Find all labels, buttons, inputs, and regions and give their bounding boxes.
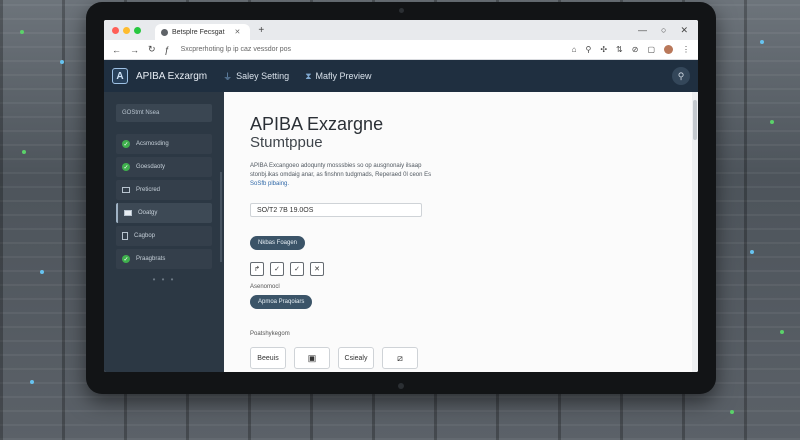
- sidebar: GOStmt Nsea ✓ Acsmosding ✓ Goesdaoty Pre…: [104, 92, 224, 372]
- nav-item-setting[interactable]: ⏚ Saley Setting: [223, 70, 289, 83]
- sidebar-item-label: Praagbrats: [136, 256, 166, 262]
- rack-led: [780, 330, 784, 334]
- reload-icon[interactable]: ↻: [148, 44, 156, 55]
- check-icon: ✓: [122, 140, 130, 148]
- image-icon[interactable]: ▣: [294, 347, 330, 369]
- tab-title: Betsplre Fecsgat: [172, 28, 225, 36]
- rack-led: [22, 150, 26, 154]
- restore-icon[interactable]: ○: [661, 25, 666, 36]
- icon-button-row: ↱ ✓ ✓ ✕: [250, 262, 672, 276]
- check-icon[interactable]: ✓: [270, 262, 284, 276]
- minimize-window-dot[interactable]: [123, 26, 130, 34]
- sidebar-item-goesdaoty[interactable]: ✓ Goesdaoty: [116, 157, 212, 177]
- sidebar-item-label: Acsmosding: [136, 141, 169, 147]
- block-icon[interactable]: ⊘: [632, 45, 639, 54]
- browser-tab[interactable]: Betsplre Fecsgat ✕: [155, 24, 251, 40]
- browser-tabbar: Betsplre Fecsgat ✕ + — ○ ✕: [104, 20, 698, 40]
- small-label: Asenomocl: [250, 284, 280, 290]
- picture-icon[interactable]: ⧄: [382, 347, 418, 369]
- sidebar-item-label: Goesdaoty: [136, 164, 166, 170]
- logo[interactable]: A: [112, 68, 128, 84]
- mail-icon: [124, 210, 132, 216]
- sidebar-item-ooatgy[interactable]: Ooatgy: [116, 203, 212, 223]
- url-field[interactable]: Sxcprerhoting lp ip caz vessdor pos: [181, 46, 292, 53]
- app-body: GOStmt Nsea ✓ Acsmosding ✓ Goesdaoty Pre…: [104, 92, 698, 372]
- close-window-dot[interactable]: [112, 26, 119, 34]
- rack-led: [750, 250, 754, 254]
- new-tab-button[interactable]: +: [258, 25, 264, 36]
- rack-led: [760, 40, 764, 44]
- minimize-icon[interactable]: —: [638, 25, 647, 36]
- main-scrollbar-thumb[interactable]: [693, 100, 697, 140]
- header-search-icon[interactable]: ⚲: [672, 67, 690, 85]
- section-label: Poatshykegom: [250, 331, 290, 337]
- description-text: APIBA Excangoeo adoqunty mosssbies so op…: [250, 163, 422, 178]
- forward-icon[interactable]: →: [130, 45, 139, 55]
- tab-close-icon[interactable]: ✕: [235, 28, 241, 36]
- bottom-button-row: Beeuis ▣ Csiealy ⧄: [250, 347, 672, 369]
- redirect-icon[interactable]: ↱: [250, 262, 264, 276]
- browser-addressbar: ← → ↻ ƒ Sxcprerhoting lp ip caz vessdor …: [104, 40, 698, 60]
- close-icon[interactable]: ✕: [310, 262, 324, 276]
- close-icon[interactable]: ✕: [680, 25, 688, 36]
- menu-icon[interactable]: ⋮: [682, 45, 690, 54]
- sidebar-item-cagbop[interactable]: Cagbop: [116, 226, 212, 246]
- check-icon[interactable]: ✓: [290, 262, 304, 276]
- home-indicator: [398, 383, 404, 389]
- sidebar-item-preticred[interactable]: Preticred: [116, 180, 212, 200]
- bottom-button-text[interactable]: Beeuis: [250, 347, 286, 369]
- check-icon: ✓: [122, 163, 130, 171]
- value-input[interactable]: SO/T2 7B 19.0OS: [250, 203, 422, 217]
- extension-icon[interactable]: ✣: [600, 45, 607, 54]
- plug-icon: ⏚: [223, 71, 233, 82]
- page-description: APIBA Excangoeo adoqunty mosssbies so op…: [250, 162, 440, 189]
- tabs-icon[interactable]: ▢: [647, 45, 655, 54]
- box-icon: [122, 187, 130, 193]
- rack-led: [20, 30, 24, 34]
- sidebar-scrollbar[interactable]: [220, 172, 222, 262]
- document-icon: [122, 232, 128, 240]
- bottom-button-text[interactable]: Csiealy: [338, 347, 374, 369]
- rack-led: [30, 380, 34, 384]
- screen: Betsplre Fecsgat ✕ + — ○ ✕ ← → ↻ ƒ Sxcpr…: [104, 20, 698, 372]
- page-subtitle: Stumtppue: [250, 134, 323, 151]
- main-content: APIBA Exzargne Stumtppue APIBA Excangoeo…: [224, 92, 698, 372]
- main-scrollbar[interactable]: [692, 92, 698, 372]
- sidebar-item-label: Ooatgy: [138, 210, 158, 216]
- search-icon[interactable]: ⚲: [585, 45, 591, 54]
- translate-icon[interactable]: ⇅: [616, 45, 623, 54]
- camera-icon: [399, 8, 404, 13]
- profile-avatar[interactable]: [664, 45, 673, 54]
- check-icon: ✓: [122, 255, 130, 263]
- nav-item-preview[interactable]: ⧗ Mafly Preview: [305, 71, 371, 82]
- brand-name[interactable]: APIBA Exzargm: [136, 71, 207, 82]
- sidebar-item-label: Preticred: [136, 187, 161, 193]
- sidebar-pager-dots[interactable]: • • •: [104, 275, 224, 284]
- window-controls: — ○ ✕: [638, 25, 698, 36]
- app-header: A APIBA Exzargm ⏚ Saley Setting ⧗ Mafly …: [104, 60, 698, 92]
- lock-icon[interactable]: ⌂: [572, 45, 577, 54]
- sidebar-item-praagbrats[interactable]: ✓ Praagbrats: [116, 249, 212, 269]
- hourglass-icon: ⧗: [305, 70, 312, 81]
- maximize-window-dot[interactable]: [134, 26, 141, 34]
- favicon-icon: [161, 28, 168, 36]
- sidebar-item-acsmosding[interactable]: ✓ Acsmosding: [116, 134, 212, 154]
- back-icon[interactable]: ←: [112, 45, 121, 55]
- nav-label: Saley Setting: [236, 71, 290, 81]
- description-prefix: 0l ceon Es: [403, 172, 432, 178]
- sidebar-header[interactable]: GOStmt Nsea: [116, 104, 212, 122]
- rack-led: [40, 270, 44, 274]
- page-icon: ƒ: [164, 44, 170, 55]
- secondary-pill-button[interactable]: Apmoa Praqoiars: [250, 295, 313, 309]
- page-title: APIBA Exzargne: [250, 114, 384, 134]
- address-icons: ⌂ ⚲ ✣ ⇅ ⊘ ▢ ⋮: [572, 45, 690, 54]
- nav-label: Mafly Preview: [315, 71, 372, 81]
- description-link[interactable]: SoSfb plbaing.: [250, 181, 289, 187]
- tablet-device: Betsplre Fecsgat ✕ + — ○ ✕ ← → ↻ ƒ Sxcpr…: [86, 2, 716, 394]
- rack-led: [730, 410, 734, 414]
- sidebar-item-label: Cagbop: [134, 233, 156, 239]
- rack-led: [60, 60, 64, 64]
- primary-pill-button[interactable]: Nkbas Foagen: [250, 236, 306, 250]
- rack-led: [770, 120, 774, 124]
